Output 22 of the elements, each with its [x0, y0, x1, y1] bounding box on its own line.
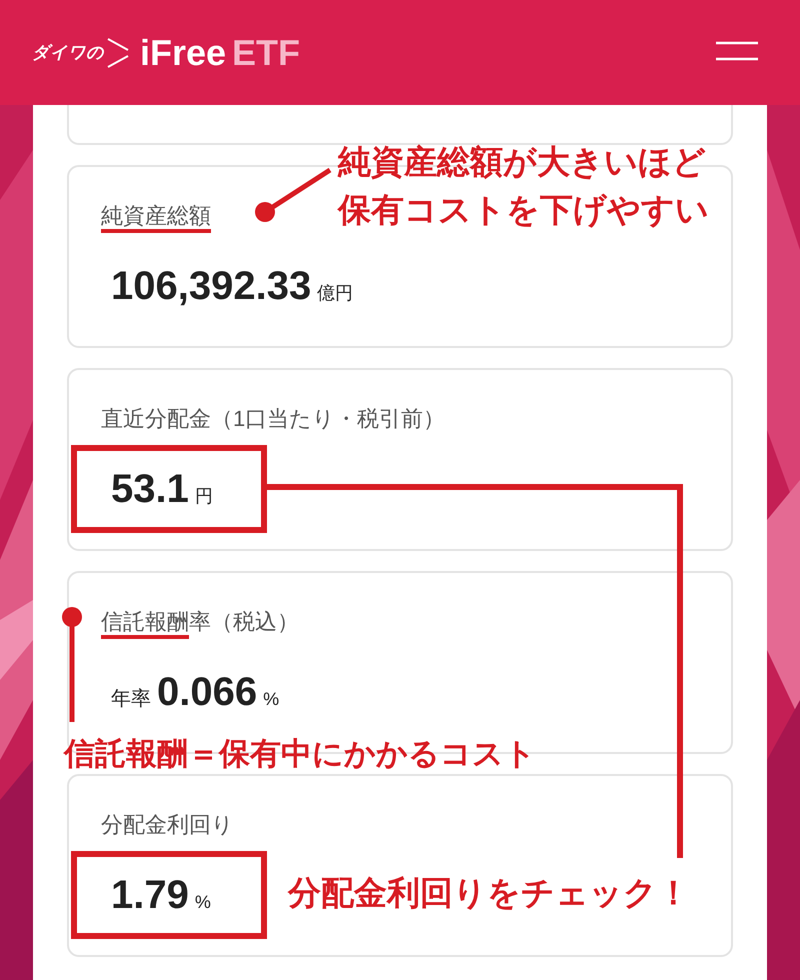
chevron-icon [106, 36, 130, 70]
unit-label: % [263, 688, 280, 711]
card-label: 直近分配金（1口当たり・税引前） [101, 404, 446, 432]
card-label: 分配金利回り [101, 810, 234, 838]
annotation-text: 純資産総額が大きいほど 保有コストを下げやすい [338, 142, 709, 230]
logo-brand: iFree [140, 34, 226, 70]
highlighted-label: 純資産総額 [101, 203, 211, 233]
unit-label: % [194, 891, 211, 914]
menu-icon [716, 40, 758, 60]
card-value: 106,392.33 [111, 263, 312, 310]
annotation-text: 分配金利回りをチェック！ [288, 873, 690, 913]
card-value: 0.066 [157, 669, 258, 716]
annotation-text: 信託報酬＝保有中にかかるコスト [64, 735, 536, 773]
logo-prefix: ダイワの [32, 42, 104, 64]
card-value: 1.79 [111, 872, 189, 919]
unit-label: 円 [194, 485, 213, 508]
card-value: 53.1 [111, 466, 189, 513]
value-prefix: 年率 [111, 687, 151, 712]
unit-label: 億円 [317, 282, 354, 305]
highlighted-label: 信託報酬 [101, 609, 189, 639]
card-label: 率（税込） [189, 608, 299, 636]
logo-suffix: ETF [232, 34, 300, 70]
